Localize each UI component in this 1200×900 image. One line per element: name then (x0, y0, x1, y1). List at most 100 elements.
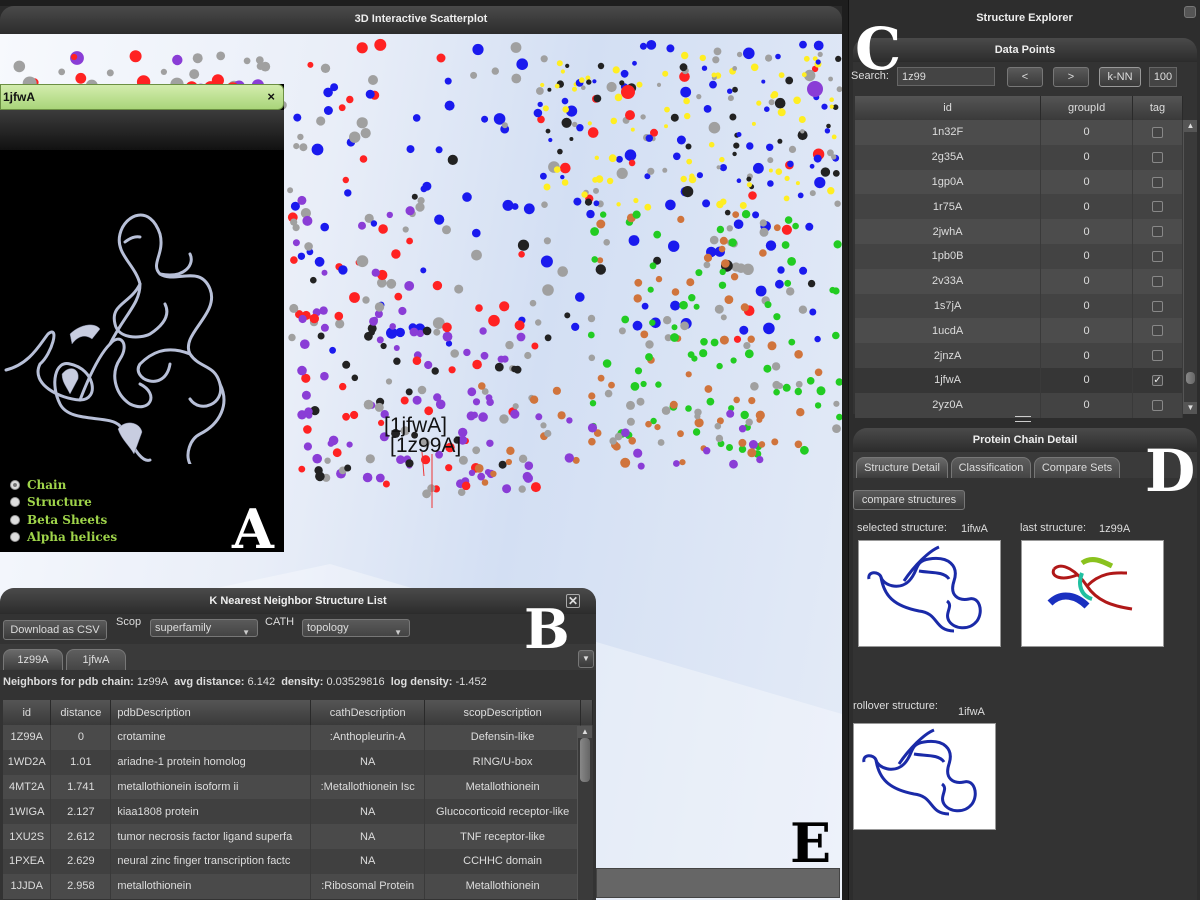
data-point-red[interactable] (338, 104, 346, 112)
data-point-green[interactable] (685, 405, 692, 412)
data-point-blue[interactable] (406, 145, 415, 154)
data-point-grey[interactable] (427, 484, 436, 493)
data-point-black[interactable] (774, 97, 786, 109)
data-point-blue[interactable] (435, 146, 443, 154)
data-point-orange[interactable] (474, 464, 484, 473)
scroll-thumb[interactable] (580, 738, 590, 782)
column-header-groupid[interactable]: groupId (1040, 96, 1134, 120)
data-point-red[interactable] (303, 425, 312, 434)
data-point-yellow[interactable] (768, 168, 773, 173)
data-point-grey[interactable] (292, 224, 300, 232)
tab-list-dropdown[interactable]: ▼ (578, 650, 594, 668)
list-item[interactable]: 2jnzA 0 (855, 343, 1183, 368)
data-point-orange[interactable] (596, 219, 606, 229)
data-point-grey[interactable] (703, 261, 711, 269)
radio-icon[interactable] (10, 497, 20, 508)
data-point-green[interactable] (671, 324, 678, 331)
data-point-grey[interactable] (768, 99, 775, 106)
data-point-black[interactable] (826, 123, 831, 129)
data-point-yellow[interactable] (689, 173, 695, 179)
data-point-blue[interactable] (673, 152, 681, 161)
data-point-orange[interactable] (758, 441, 766, 448)
data-point-red[interactable] (436, 53, 446, 63)
data-point-red[interactable] (378, 224, 388, 234)
data-point-red[interactable] (374, 38, 387, 51)
data-point-orange[interactable] (747, 335, 755, 343)
data-point-blue[interactable] (727, 88, 733, 94)
tab-classification[interactable]: Classification (951, 457, 1031, 478)
data-point-blue[interactable] (814, 335, 821, 343)
previous-button[interactable]: < (1007, 67, 1043, 87)
data-point-orange[interactable] (794, 440, 803, 449)
data-point-yellow[interactable] (699, 54, 706, 62)
radio-icon[interactable] (10, 532, 20, 543)
data-point-orange[interactable] (755, 410, 765, 420)
list-item[interactable]: 1n32F 0 (855, 120, 1183, 145)
data-point-black[interactable] (351, 374, 359, 382)
data-point-green[interactable] (716, 225, 725, 234)
data-point-grey[interactable] (349, 131, 361, 143)
data-point-green[interactable] (784, 216, 793, 224)
data-point-grey[interactable] (472, 446, 481, 455)
data-point-red[interactable] (359, 155, 368, 163)
data-point-grey[interactable] (511, 73, 522, 84)
data-point-orange[interactable] (677, 215, 685, 223)
data-point-grey[interactable] (293, 143, 300, 150)
data-point-green[interactable] (718, 281, 727, 289)
data-point-red[interactable] (781, 224, 793, 235)
last-structure-image[interactable] (1021, 540, 1164, 647)
data-point-blue[interactable] (777, 266, 785, 274)
data-point-green[interactable] (587, 331, 595, 339)
data-point-blue[interactable] (736, 178, 742, 183)
data-point-grey[interactable] (360, 128, 371, 139)
data-point-green[interactable] (730, 357, 737, 364)
minimize-button[interactable] (1184, 6, 1196, 18)
data-point-blue[interactable] (813, 40, 824, 51)
data-point-black[interactable] (547, 87, 552, 92)
data-point-green[interactable] (744, 349, 754, 359)
data-point-grey[interactable] (616, 167, 628, 179)
data-point-grey[interactable] (831, 154, 837, 160)
data-point-grey[interactable] (529, 299, 537, 307)
data-point-red[interactable] (412, 356, 422, 366)
list-item[interactable]: 1jfwA 0 ✓ (855, 367, 1183, 393)
data-point-green[interactable] (687, 351, 695, 358)
data-point-blue[interactable] (645, 134, 653, 142)
data-point-blue[interactable] (293, 113, 302, 122)
data-point-blue[interactable] (736, 132, 742, 137)
data-point-purple[interactable] (369, 317, 378, 326)
k-value-input[interactable] (1149, 67, 1177, 87)
data-point-grey[interactable] (289, 303, 299, 313)
data-point-green[interactable] (590, 227, 599, 236)
column-header-distance[interactable]: distance (50, 700, 112, 725)
data-point-blue[interactable] (670, 300, 681, 311)
data-point-red[interactable] (309, 313, 319, 324)
data-point-orange[interactable] (597, 257, 604, 264)
data-point-yellow[interactable] (612, 66, 620, 74)
data-point-black[interactable] (682, 186, 694, 198)
scroll-up-icon[interactable]: ▲ (578, 726, 592, 738)
data-point-purple[interactable] (405, 206, 415, 216)
data-point-orange[interactable] (655, 275, 663, 283)
data-point-orange[interactable] (771, 438, 779, 446)
data-point-grey[interactable] (828, 76, 833, 82)
scroll-thumb[interactable] (1186, 372, 1195, 384)
data-point-purple[interactable] (516, 332, 526, 342)
data-point-green[interactable] (788, 338, 796, 346)
data-point-grey[interactable] (795, 380, 803, 388)
data-point-blue[interactable] (668, 240, 680, 252)
data-point-grey[interactable] (216, 51, 226, 61)
data-point-purple[interactable] (433, 393, 442, 402)
data-point-yellow[interactable] (664, 124, 668, 129)
data-point-green[interactable] (632, 210, 641, 219)
data-point-red[interactable] (432, 280, 443, 291)
data-point-purple[interactable] (362, 472, 373, 483)
data-point-yellow[interactable] (684, 112, 691, 120)
data-point-grey[interactable] (609, 437, 617, 445)
data-point-green[interactable] (763, 364, 772, 373)
data-point-orange[interactable] (730, 273, 739, 281)
data-point-blue[interactable] (516, 58, 528, 70)
data-point-grey[interactable] (743, 342, 751, 350)
data-point-purple[interactable] (302, 215, 313, 226)
data-point-orange[interactable] (552, 386, 562, 395)
